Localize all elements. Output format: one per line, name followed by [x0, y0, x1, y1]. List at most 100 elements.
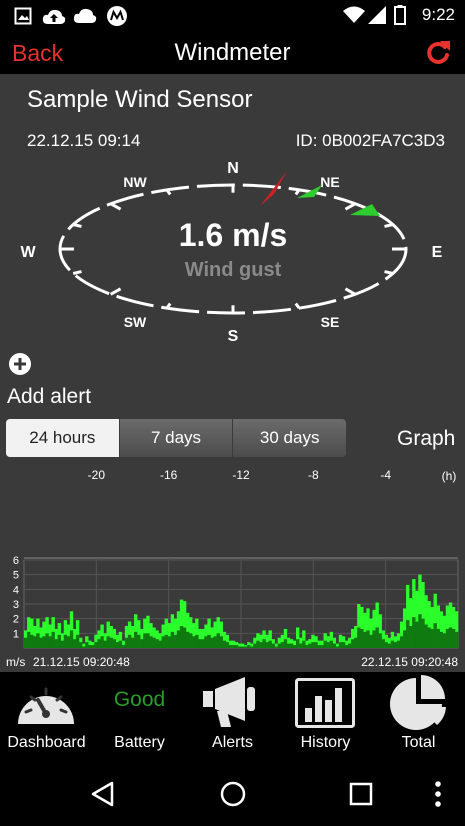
y-tick-label: 4: [13, 584, 19, 596]
x-tick-label: -16: [160, 468, 178, 482]
average-bar: [412, 617, 416, 648]
average-bar: [396, 640, 401, 648]
bottom-navigation: Dashboard Good Battery Alerts History To…: [0, 672, 465, 762]
nav-battery-label: Battery: [114, 734, 165, 751]
average-bar: [121, 645, 126, 648]
average-bar: [384, 642, 389, 648]
add-alert-icon[interactable]: [8, 352, 32, 376]
tab-30-days[interactable]: 30 days: [233, 419, 346, 457]
app-notification-icon: [107, 6, 127, 26]
home-nav-icon[interactable]: [219, 780, 247, 808]
average-bar: [146, 633, 150, 648]
average-bar: [268, 640, 272, 648]
gauge-icon: [18, 687, 74, 724]
average-bar: [387, 643, 392, 648]
average-bar: [262, 639, 266, 648]
average-bar: [289, 643, 294, 648]
average-bar: [30, 634, 34, 648]
recents-nav-icon[interactable]: [349, 782, 373, 806]
direction-w: W: [20, 244, 36, 261]
average-bar: [332, 643, 337, 648]
overflow-menu-icon[interactable]: [434, 780, 442, 808]
back-nav-icon[interactable]: [90, 781, 116, 807]
average-bar: [436, 628, 440, 648]
average-bar: [317, 645, 321, 648]
x-tick-label: -8: [308, 468, 319, 482]
nav-total[interactable]: Total: [372, 672, 465, 762]
average-bar: [210, 637, 214, 648]
nav-dashboard-label: Dashboard: [7, 734, 86, 751]
average-bar: [335, 646, 340, 648]
average-bar: [88, 645, 92, 648]
x-tick-label: -4: [380, 468, 391, 482]
average-bar: [302, 640, 306, 648]
average-bar: [216, 633, 220, 648]
y-tick-label: 1: [13, 628, 19, 640]
image-icon: [14, 7, 32, 25]
average-bar: [225, 642, 230, 648]
average-bar: [149, 636, 153, 648]
y-tick-label: 3: [13, 599, 19, 611]
tab-24-hours[interactable]: 24 hours: [6, 419, 120, 457]
average-bar: [85, 642, 89, 648]
compass-tick-ne: [344, 202, 357, 211]
average-bar: [75, 634, 80, 648]
average-bar: [97, 639, 101, 648]
average-bar: [247, 645, 251, 648]
average-bar: [283, 639, 288, 648]
average-bar: [127, 634, 132, 648]
average-bar: [338, 642, 343, 648]
direction-n: N: [227, 160, 239, 177]
sensor-panel: Sample Wind Sensor 22.12.15 09:14 ID: 0B…: [0, 74, 465, 672]
average-bar: [222, 640, 227, 648]
refresh-icon[interactable]: [423, 38, 453, 68]
average-bar: [201, 639, 205, 648]
system-navigation-bar: [0, 762, 465, 826]
average-bar: [134, 631, 138, 648]
average-bar: [265, 642, 269, 648]
nav-history[interactable]: History: [279, 672, 372, 762]
average-bar: [341, 642, 346, 648]
range-selector: 24 hours 7 days 30 days: [6, 419, 346, 457]
average-bar: [185, 631, 190, 648]
nav-alerts[interactable]: Alerts: [186, 672, 279, 762]
nav-total-label: Total: [401, 734, 436, 751]
y-tick-label: 2: [13, 614, 19, 626]
average-bar: [112, 639, 116, 648]
average-bar: [448, 627, 453, 648]
average-bar: [311, 642, 315, 648]
y-tick-label: 5: [13, 570, 19, 582]
nav-battery[interactable]: Good Battery: [93, 672, 186, 762]
average-bar: [366, 630, 370, 648]
average-bar: [140, 639, 144, 648]
average-bar: [381, 639, 385, 648]
add-alert-button[interactable]: Add alert: [7, 385, 91, 409]
wind-compass: N NE E SE S SW W NW 1.6 m/s Wind gust: [20, 160, 442, 344]
average-bar: [286, 643, 291, 648]
average-bar: [406, 620, 410, 648]
nav-dashboard[interactable]: Dashboard: [0, 672, 93, 762]
bar-chart-icon: [295, 678, 355, 728]
average-bar: [344, 645, 349, 648]
average-bar: [60, 640, 65, 648]
tab-7-days[interactable]: 7 days: [119, 419, 234, 457]
average-bar: [91, 645, 95, 648]
x-tick-label: -12: [232, 468, 250, 482]
battery-status-text: Good: [113, 688, 166, 711]
average-bar: [158, 640, 162, 648]
average-bar: [277, 643, 282, 648]
graph-toggle[interactable]: Graph: [397, 427, 455, 451]
pie-chart-icon: [390, 675, 446, 730]
average-bar: [323, 640, 327, 648]
nav-history-label: History: [300, 734, 351, 751]
average-bar: [409, 626, 413, 648]
average-bar: [308, 643, 312, 648]
average-bar: [170, 631, 175, 648]
average-bar: [103, 640, 107, 648]
compass-tick-minor: [72, 223, 82, 228]
average-bar: [259, 642, 263, 648]
average-bar: [195, 634, 199, 648]
signal-icon: [368, 6, 386, 24]
direction-se: SE: [321, 314, 340, 330]
average-bar: [54, 639, 58, 648]
